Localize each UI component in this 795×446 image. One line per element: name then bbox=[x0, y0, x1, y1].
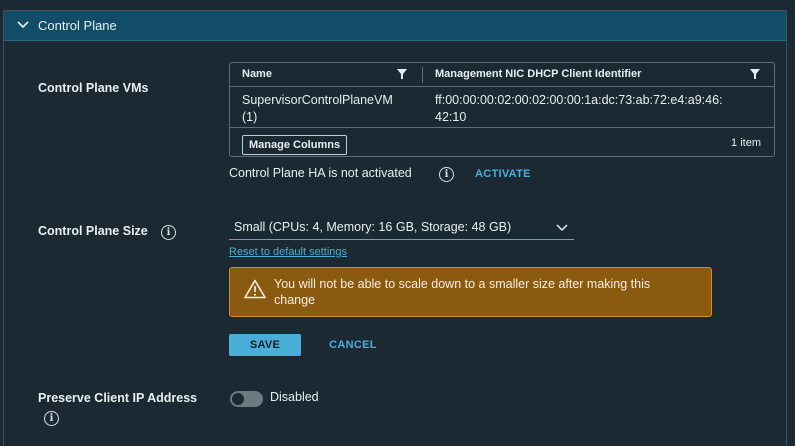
filter-icon[interactable] bbox=[397, 69, 407, 79]
vm-name-line1: SupervisorControlPlaneVM bbox=[242, 93, 393, 107]
warning-text-line2: change bbox=[274, 293, 316, 307]
chevron-down-icon[interactable] bbox=[17, 20, 29, 30]
control-plane-size-label: Control Plane Size bbox=[38, 224, 148, 238]
vm-identifier-line1: ff:00:00:00:02:00:02:00:00:1a:dc:73:ab:7… bbox=[435, 93, 723, 107]
control-plane-panel: Control Plane Control Plane VMs Name Man… bbox=[3, 10, 787, 446]
info-icon[interactable]: i bbox=[439, 167, 454, 182]
column-separator[interactable] bbox=[422, 67, 423, 83]
toggle-knob bbox=[232, 393, 244, 405]
warning-alert: You will not be able to scale down to a … bbox=[229, 267, 712, 317]
vm-name-line2: (1) bbox=[242, 110, 258, 124]
vm-identifier-line2: 42:10 bbox=[435, 110, 467, 124]
column-header-name[interactable]: Name bbox=[242, 68, 272, 80]
ha-status-text: Control Plane HA is not activated bbox=[229, 166, 412, 180]
control-plane-size-select[interactable]: Small (CPUs: 4, Memory: 16 GB, Storage: … bbox=[229, 218, 574, 240]
panel-header[interactable]: Control Plane bbox=[4, 11, 786, 41]
save-button[interactable]: SAVE bbox=[229, 334, 301, 356]
filter-icon[interactable] bbox=[750, 69, 760, 79]
control-plane-vms-datagrid: Name Management NIC DHCP Client Identifi… bbox=[229, 62, 775, 157]
selected-size: Small (CPUs: 4, Memory: 16 GB, Storage: … bbox=[234, 220, 512, 234]
control-plane-vms-label: Control Plane VMs bbox=[38, 81, 149, 95]
reset-default-link[interactable]: Reset to default settings bbox=[229, 246, 347, 258]
info-icon[interactable]: i bbox=[161, 225, 176, 240]
item-count: 1 item bbox=[731, 137, 761, 149]
datagrid-footer: Manage Columns 1 item bbox=[230, 127, 774, 157]
vm-name: SupervisorControlPlaneVM (1) bbox=[242, 92, 393, 126]
chevron-down-icon bbox=[556, 224, 568, 232]
preserve-ip-toggle[interactable] bbox=[230, 391, 263, 407]
manage-columns-button[interactable]: Manage Columns bbox=[242, 135, 348, 155]
warning-text: You will not be able to scale down to a … bbox=[274, 276, 704, 308]
cancel-button[interactable]: CANCEL bbox=[323, 334, 383, 356]
column-header-identifier[interactable]: Management NIC DHCP Client Identifier bbox=[435, 68, 641, 80]
info-icon[interactable]: i bbox=[44, 411, 59, 426]
datagrid-header: Name Management NIC DHCP Client Identifi… bbox=[230, 63, 774, 87]
panel-title: Control Plane bbox=[38, 18, 117, 33]
activate-ha-link[interactable]: ACTIVATE bbox=[475, 168, 531, 180]
warning-text-line1: You will not be able to scale down to a … bbox=[274, 277, 651, 291]
preserve-client-ip-label: Preserve Client IP Address bbox=[38, 391, 198, 405]
warning-icon bbox=[244, 279, 266, 299]
vm-identifier: ff:00:00:00:02:00:02:00:00:1a:dc:73:ab:7… bbox=[435, 92, 723, 126]
toggle-state-label: Disabled bbox=[270, 390, 319, 404]
